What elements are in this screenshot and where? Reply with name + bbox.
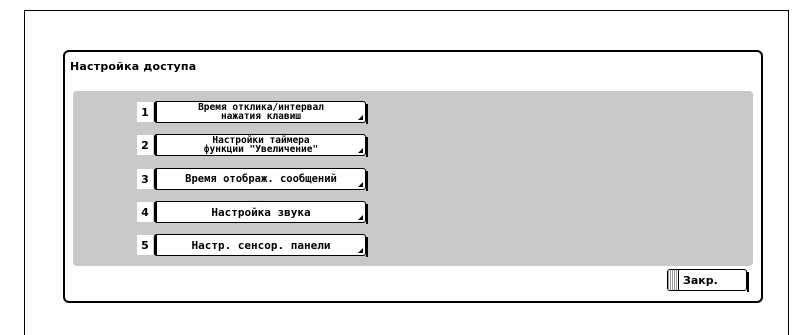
menu-number-4: 4 [137, 202, 153, 222]
menu-number-2: 2 [137, 135, 153, 155]
menu-number-1: 1 [137, 102, 153, 122]
response-time-button[interactable]: Время отклика/интервал нажатия клавиш [154, 101, 368, 124]
zoom-timer-settings-button[interactable]: Настройки таймера функции "Увеличение" [154, 134, 368, 157]
menu-number-3: 3 [137, 169, 153, 189]
menu-item-label: Настр. сенсор. панели [191, 238, 331, 252]
close-button[interactable]: Закр. [667, 269, 749, 292]
menu-item-label: Время отображ. сообщений [185, 172, 337, 185]
menu-item-label: Время отклика/интервал нажатия клавиш [198, 102, 324, 122]
menu-number-5: 5 [137, 235, 153, 255]
accessibility-settings-panel: Настройка доступа 1 Время отклика/интерв… [63, 50, 763, 303]
touch-panel-settings-button[interactable]: Настр. сенсор. панели [154, 234, 368, 257]
close-button-label: Закр. [683, 273, 718, 287]
menu-item-label: Настройка звука [211, 205, 311, 219]
sound-settings-button[interactable]: Настройка звука [154, 201, 368, 224]
menu-area: 1 Время отклика/интервал нажатия клавиш … [73, 91, 753, 266]
panel-title: Настройка доступа [70, 60, 197, 73]
menu-item-label: Настройки таймера функции "Увеличение" [203, 135, 319, 155]
message-display-time-button[interactable]: Время отображ. сообщений [154, 168, 368, 191]
close-button-stripe [668, 270, 679, 290]
